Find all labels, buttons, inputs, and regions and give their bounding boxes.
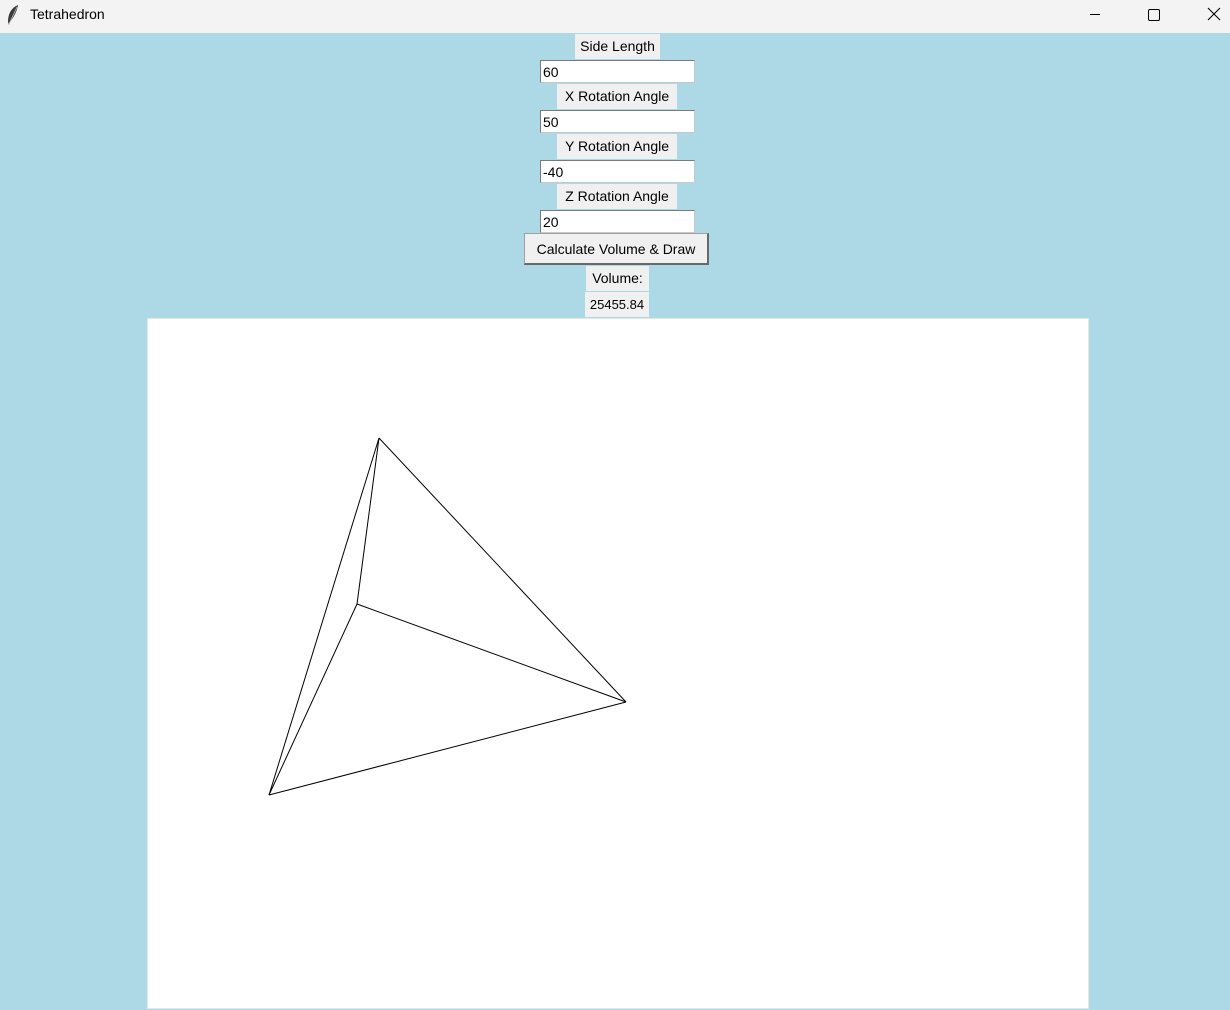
volume-label: Volume: — [586, 266, 649, 291]
maximize-icon — [1148, 9, 1160, 21]
close-button[interactable] — [1183, 0, 1230, 30]
feather-icon — [5, 4, 21, 26]
tetrahedron-edge — [356, 437, 380, 605]
tetrahedron-edge — [268, 437, 380, 796]
y-rotation-label: Y Rotation Angle — [557, 134, 677, 159]
window-title: Tetrahedron — [30, 6, 105, 22]
side-length-input[interactable] — [540, 60, 695, 83]
z-rotation-input[interactable] — [540, 210, 695, 233]
tetrahedron-drawing — [268, 437, 627, 796]
tetrahedron-edge — [268, 603, 358, 796]
minimize-button[interactable] — [1066, 0, 1124, 30]
tetrahedron-edge — [268, 701, 627, 796]
calculate-volume-draw-button[interactable]: Calculate Volume & Draw — [524, 233, 709, 265]
y-rotation-input[interactable] — [540, 160, 695, 183]
volume-value: 25455.84 — [585, 292, 649, 317]
maximize-button[interactable] — [1124, 0, 1182, 30]
minimize-icon — [1090, 14, 1100, 15]
tetrahedron-edge — [356, 603, 627, 703]
x-rotation-input[interactable] — [540, 110, 695, 133]
drawing-canvas — [147, 318, 1089, 1009]
tetrahedron-edge — [378, 437, 627, 703]
side-length-label: Side Length — [575, 34, 660, 59]
title-bar: Tetrahedron — [0, 0, 1230, 33]
z-rotation-label: Z Rotation Angle — [557, 184, 677, 209]
close-icon — [1207, 7, 1221, 21]
x-rotation-label: X Rotation Angle — [557, 84, 677, 109]
